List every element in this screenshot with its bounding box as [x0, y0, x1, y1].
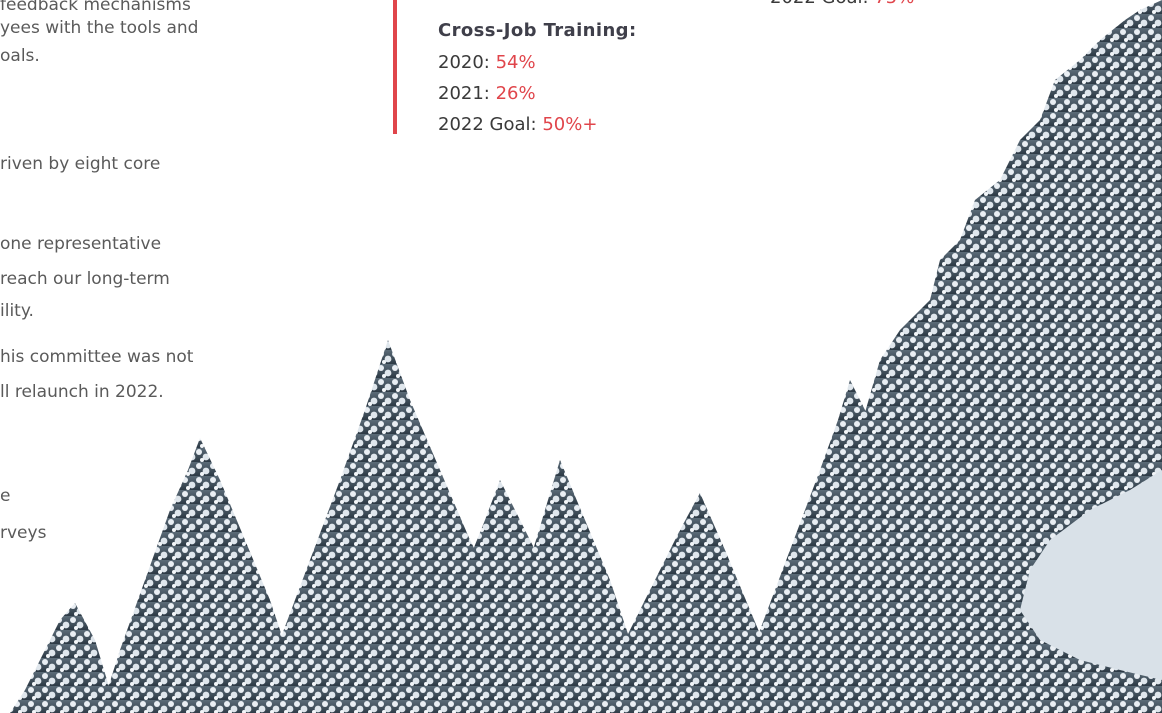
tree-left-middle — [100, 438, 300, 713]
snow-covered-trees-image — [10, 0, 1162, 713]
